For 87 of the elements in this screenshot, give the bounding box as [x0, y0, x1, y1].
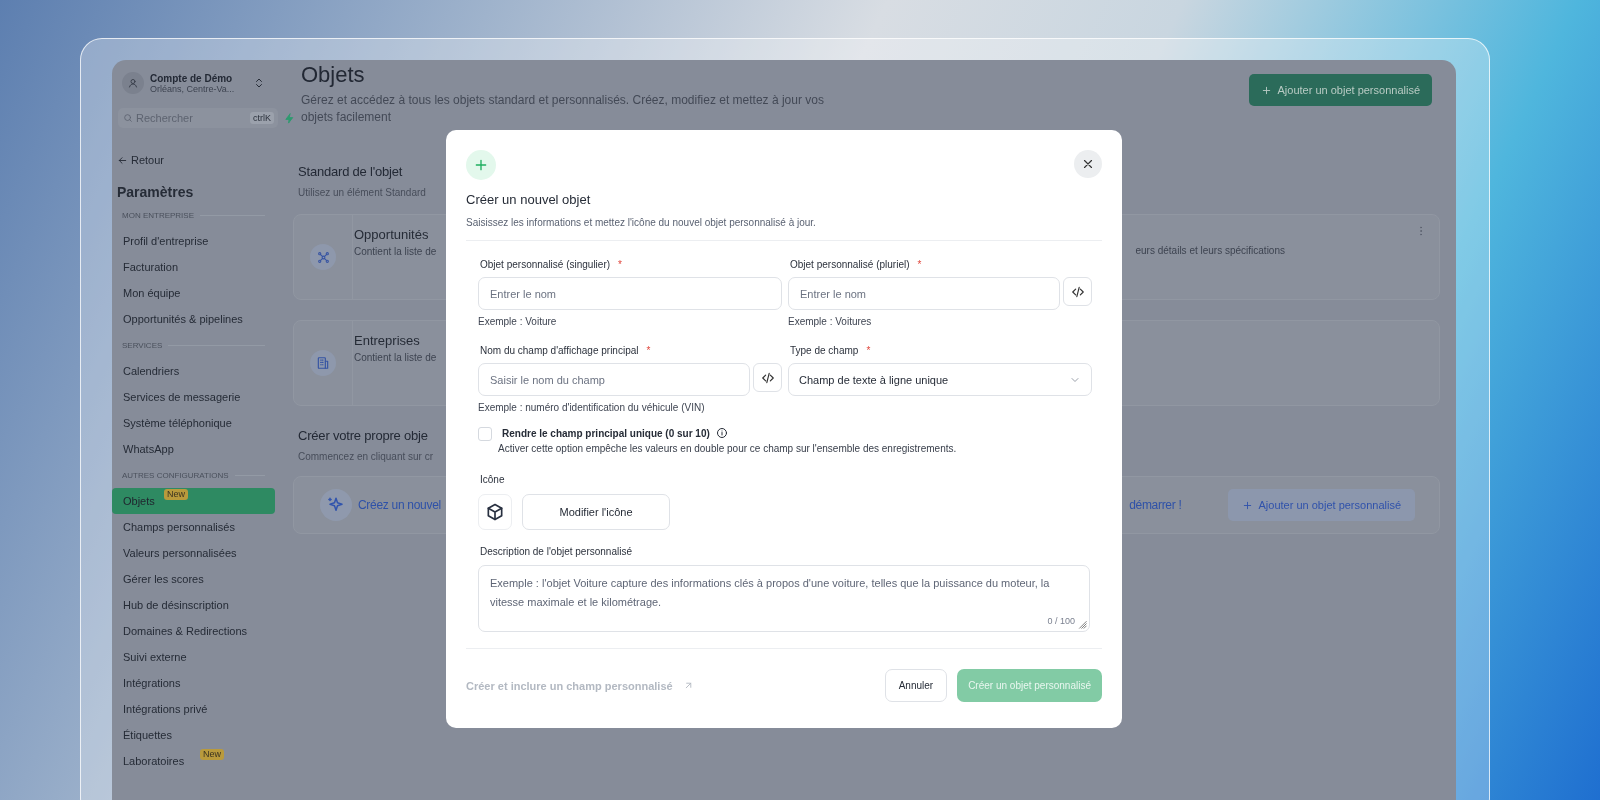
field-type-select[interactable]: Champ de texte à ligne unique [788, 363, 1092, 396]
text-input[interactable]: Entrer le nom [478, 277, 782, 310]
code-button[interactable] [753, 363, 782, 392]
sidebar-item[interactable]: Laboratoires New [112, 748, 275, 774]
required-mark: * [917, 259, 922, 270]
account-location: Orléans, Centre-Va... [150, 83, 236, 94]
checkbox-label: Rendre le champ principal unique (0 sur 10) [502, 427, 710, 439]
object-name: Entreprises [354, 333, 421, 348]
required-mark: * [866, 345, 871, 356]
cancel-button[interactable]: Annuler [884, 669, 948, 702]
add-object-button[interactable]: Ajouter un objet personnalisé [1227, 489, 1415, 521]
field-hint: Exemple : numéro d'identification du véhicule (VIN) [478, 402, 706, 413]
sparkle-icon [327, 496, 345, 514]
code-icon [1070, 284, 1085, 299]
sidebar-item[interactable]: Objets New [112, 488, 275, 514]
sidebar-item[interactable]: Opportunités & pipelines [112, 306, 275, 332]
description-textarea[interactable]: Exemple : l'objet Voiture capture des informations clés à propos d'une voiture, telles que la puissance du moteur, la vitesse maximale et le kilométrage. 0 / 100 [478, 565, 1090, 632]
change-icon-button[interactable]: Modifier l'icône [522, 494, 670, 530]
dialog-title: Créer un nouvel objet [466, 192, 592, 207]
field-label: Objet personnalisé (singulier) [480, 259, 611, 270]
field-label: Icône [480, 474, 506, 485]
required-mark: * [618, 259, 622, 270]
required-mark: * [646, 345, 651, 356]
object-description: Contient la liste de [354, 246, 438, 257]
sidebar-item[interactable]: Domaines & Redirections [112, 618, 275, 644]
code-icon [760, 370, 775, 385]
arrow-left-icon [117, 154, 128, 166]
sidebar-item[interactable]: Services de messagerie [112, 384, 275, 410]
cube-icon [485, 502, 505, 522]
section-heading: Standard de l'objet [298, 164, 403, 179]
sidebar-item[interactable]: Hub de désinscription [112, 592, 275, 618]
plus-icon [473, 157, 489, 173]
section-heading: Créer votre propre obje [298, 428, 428, 443]
info-icon [715, 427, 728, 439]
sidebar-item[interactable]: Étiquettes [112, 722, 275, 748]
person-icon [127, 77, 139, 89]
plus-icon [1241, 499, 1253, 511]
sidebar-item[interactable]: Intégrations privé [112, 696, 275, 722]
sidebar-title: Paramètres [117, 184, 195, 200]
add-object-button[interactable]: Ajouter un objet personnalisé [1248, 74, 1432, 106]
object-name: Opportunités [354, 227, 430, 242]
banner-text: Créez un nouvel [358, 498, 441, 512]
resize-handle-icon [1078, 620, 1087, 629]
checkbox[interactable] [478, 427, 492, 441]
sidebar-item[interactable]: Intégrations [112, 670, 275, 696]
checkbox-description: Activer cette option empêche les valeurs en double pour ce champ sur l'ensemble des enregistrements. [498, 443, 957, 454]
section-label: MON ENTREPRISE [122, 210, 194, 220]
text-input[interactable]: Entrer le nom [788, 277, 1060, 310]
section-description: Utilisez un élément Standard [298, 187, 426, 198]
character-counter: 0 / 100 [1047, 616, 1075, 626]
code-button[interactable] [1063, 277, 1092, 306]
close-icon [1081, 157, 1095, 171]
sidebar-item[interactable]: Valeurs personnalisées [112, 540, 275, 566]
dialog-subtitle: Saisissez les informations et mettez l'icône du nouvel objet personnalisé à jour. [466, 217, 817, 228]
network-icon [316, 250, 330, 264]
sidebar-item[interactable]: Mon équipe [112, 280, 275, 306]
close-button[interactable] [1074, 150, 1102, 178]
object-description: Contient la liste de [354, 352, 438, 363]
field-label: Objet personnalisé (pluriel) [790, 259, 910, 270]
plus-icon [1260, 84, 1272, 96]
page-subtitle: Gérez et accédez à tous les objets standard et personnalisés. Créez, modifiez et mettez à jour vos objets facilement [301, 92, 825, 126]
sidebar-item[interactable]: Profil d'entreprise [112, 228, 275, 254]
lightning-icon [284, 112, 295, 124]
sidebar-item[interactable]: Système téléphonique [112, 410, 275, 436]
field-label: Nom du champ d'affichage principal [480, 345, 639, 356]
page-title: Objets [301, 62, 366, 88]
search-icon [123, 113, 133, 123]
chevron-updown-icon [253, 77, 265, 89]
field-label: Description de l'objet personnalisé [480, 546, 633, 557]
shortcut-hint: ctrlK [250, 112, 274, 124]
sidebar-item[interactable]: WhatsApp [112, 436, 275, 462]
field-hint: Exemple : Voitures [788, 316, 873, 327]
new-badge: New [200, 749, 224, 760]
banner-text: démarrer ! [1129, 498, 1182, 512]
text-input[interactable]: Saisir le nom du champ [478, 363, 750, 396]
sidebar-item[interactable]: Gérer les scores [112, 566, 275, 592]
new-badge: New [164, 489, 188, 500]
object-description: eurs détails et leurs spécifications [1135, 245, 1285, 258]
sidebar-item[interactable]: Suivi externe [112, 644, 275, 670]
field-hint: Exemple : Voiture [478, 316, 558, 327]
building-icon [316, 356, 330, 370]
sidebar-item[interactable]: Facturation [112, 254, 275, 280]
sidebar-item[interactable]: Champs personnalisés [112, 514, 275, 540]
sidebar-item[interactable]: Calendriers [112, 358, 275, 384]
account-name: Compte de Démo [150, 72, 234, 84]
back-link[interactable]: Retour [117, 154, 165, 166]
field-label: Type de champ [790, 345, 859, 356]
